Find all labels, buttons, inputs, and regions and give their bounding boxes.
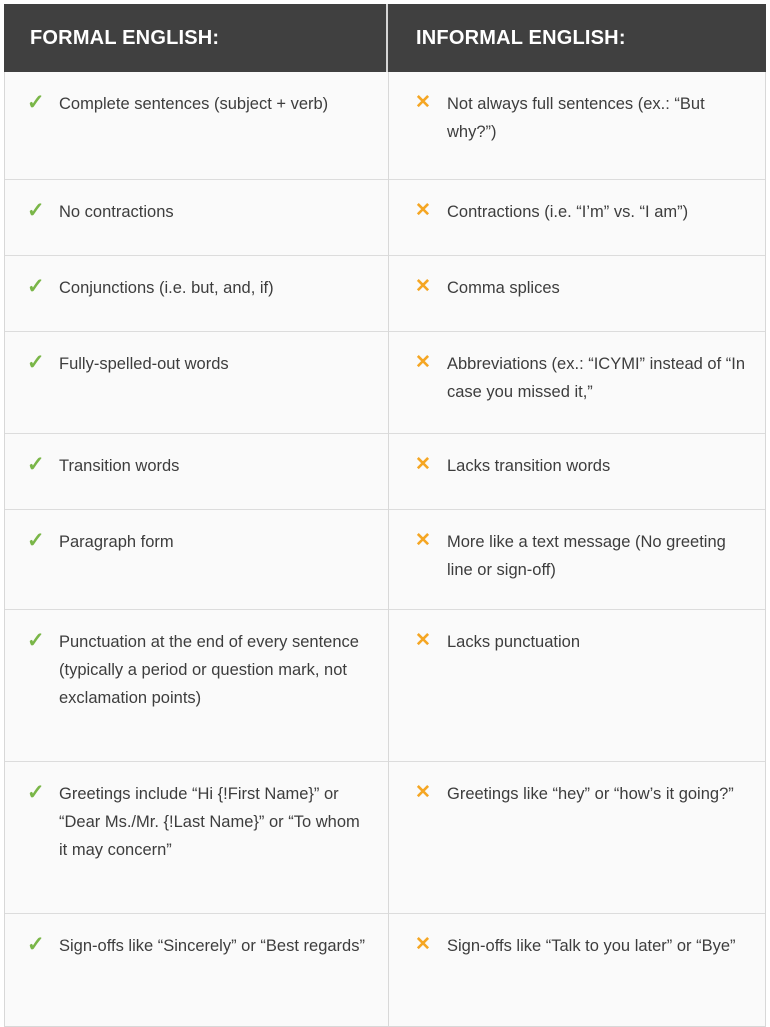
column-header-informal: INFORMAL ENGLISH: bbox=[388, 4, 766, 72]
table-cell-text: Greetings like “hey” or “how’s it going?… bbox=[447, 785, 734, 803]
table-row: ✓ Punctuation at the end of every senten… bbox=[5, 610, 388, 762]
check-icon: ✓ bbox=[27, 91, 45, 114]
table-cell-text: Sign-offs like “Sincerely” or “Best rega… bbox=[59, 937, 365, 955]
table-row: ✕ Greetings like “hey” or “how’s it goin… bbox=[389, 762, 765, 914]
table-cell-text: More like a text message (No greeting li… bbox=[447, 533, 726, 579]
table-row: ✓ Sign-offs like “Sincerely” or “Best re… bbox=[5, 914, 388, 1026]
table-cell-text: Complete sentences (subject + verb) bbox=[59, 95, 329, 113]
table-cell-text: Greetings include “Hi {!First Name}” or … bbox=[59, 785, 360, 859]
table-row: ✕ More like a text message (No greeting … bbox=[389, 510, 765, 610]
cross-icon: ✕ bbox=[415, 276, 431, 297]
table-row: ✓ Complete sentences (subject + verb) bbox=[5, 72, 388, 180]
table-cell-text: Comma splices bbox=[447, 279, 560, 297]
table-cell-text: No contractions bbox=[59, 203, 174, 221]
cross-icon: ✕ bbox=[415, 934, 431, 955]
check-icon: ✓ bbox=[27, 781, 45, 804]
table-cell-text: Fully-spelled-out words bbox=[59, 355, 229, 373]
table-cell-text: Contractions (i.e. “I’m” vs. “I am”) bbox=[447, 203, 689, 221]
cross-icon: ✕ bbox=[415, 530, 431, 551]
table-row: ✕ Comma splices bbox=[389, 256, 765, 332]
check-icon: ✓ bbox=[27, 351, 45, 374]
check-icon: ✓ bbox=[27, 529, 45, 552]
table-header-row: FORMAL ENGLISH: INFORMAL ENGLISH: bbox=[4, 4, 766, 72]
table-row: ✕ Lacks punctuation bbox=[389, 610, 765, 762]
cross-icon: ✕ bbox=[415, 352, 431, 373]
table-row: ✓ Conjunctions (i.e. but, and, if) bbox=[5, 256, 388, 332]
column-header-formal: FORMAL ENGLISH: bbox=[4, 4, 388, 72]
column-formal: ✓ Complete sentences (subject + verb) ✓ … bbox=[5, 72, 389, 1026]
table-row: ✓ Transition words bbox=[5, 434, 388, 510]
table-row: ✕ Sign-offs like “Talk to you later” or … bbox=[389, 914, 765, 1026]
table-cell-text: Conjunctions (i.e. but, and, if) bbox=[59, 279, 274, 297]
table-row: ✕ Lacks transition words bbox=[389, 434, 765, 510]
column-header-formal-label: FORMAL ENGLISH: bbox=[30, 26, 220, 49]
table-body: ✓ Complete sentences (subject + verb) ✓ … bbox=[4, 72, 766, 1027]
table-row: ✕ Contractions (i.e. “I’m” vs. “I am”) bbox=[389, 180, 765, 256]
cross-icon: ✕ bbox=[415, 200, 431, 221]
column-informal: ✕ Not always full sentences (ex.: “But w… bbox=[389, 72, 765, 1026]
formal-informal-comparison-table: FORMAL ENGLISH: INFORMAL ENGLISH: ✓ Comp… bbox=[0, 0, 770, 1027]
check-icon: ✓ bbox=[27, 275, 45, 298]
table-row: ✓ Paragraph form bbox=[5, 510, 388, 610]
cross-icon: ✕ bbox=[415, 454, 431, 475]
cross-icon: ✕ bbox=[415, 630, 431, 651]
cross-icon: ✕ bbox=[415, 782, 431, 803]
cross-icon: ✕ bbox=[415, 92, 431, 113]
table-cell-text: Sign-offs like “Talk to you later” or “B… bbox=[447, 937, 736, 955]
table-cell-text: Transition words bbox=[59, 457, 180, 475]
check-icon: ✓ bbox=[27, 629, 45, 652]
table-row: ✓ No contractions bbox=[5, 180, 388, 256]
check-icon: ✓ bbox=[27, 453, 45, 476]
table-row: ✓ Fully-spelled-out words bbox=[5, 332, 388, 434]
check-icon: ✓ bbox=[27, 199, 45, 222]
table-cell-text: Paragraph form bbox=[59, 533, 174, 551]
table-row: ✕ Abbreviations (ex.: “ICYMI” instead of… bbox=[389, 332, 765, 434]
table-cell-text: Not always full sentences (ex.: “But why… bbox=[447, 95, 705, 141]
table-cell-text: Abbreviations (ex.: “ICYMI” instead of “… bbox=[447, 355, 746, 401]
column-header-informal-label: INFORMAL ENGLISH: bbox=[416, 26, 626, 49]
table-row: ✕ Not always full sentences (ex.: “But w… bbox=[389, 72, 765, 180]
table-cell-text: Lacks transition words bbox=[447, 457, 611, 475]
table-row: ✓ Greetings include “Hi {!First Name}” o… bbox=[5, 762, 388, 914]
check-icon: ✓ bbox=[27, 933, 45, 956]
table-cell-text: Punctuation at the end of every sentence… bbox=[59, 633, 359, 707]
table-cell-text: Lacks punctuation bbox=[447, 633, 581, 651]
